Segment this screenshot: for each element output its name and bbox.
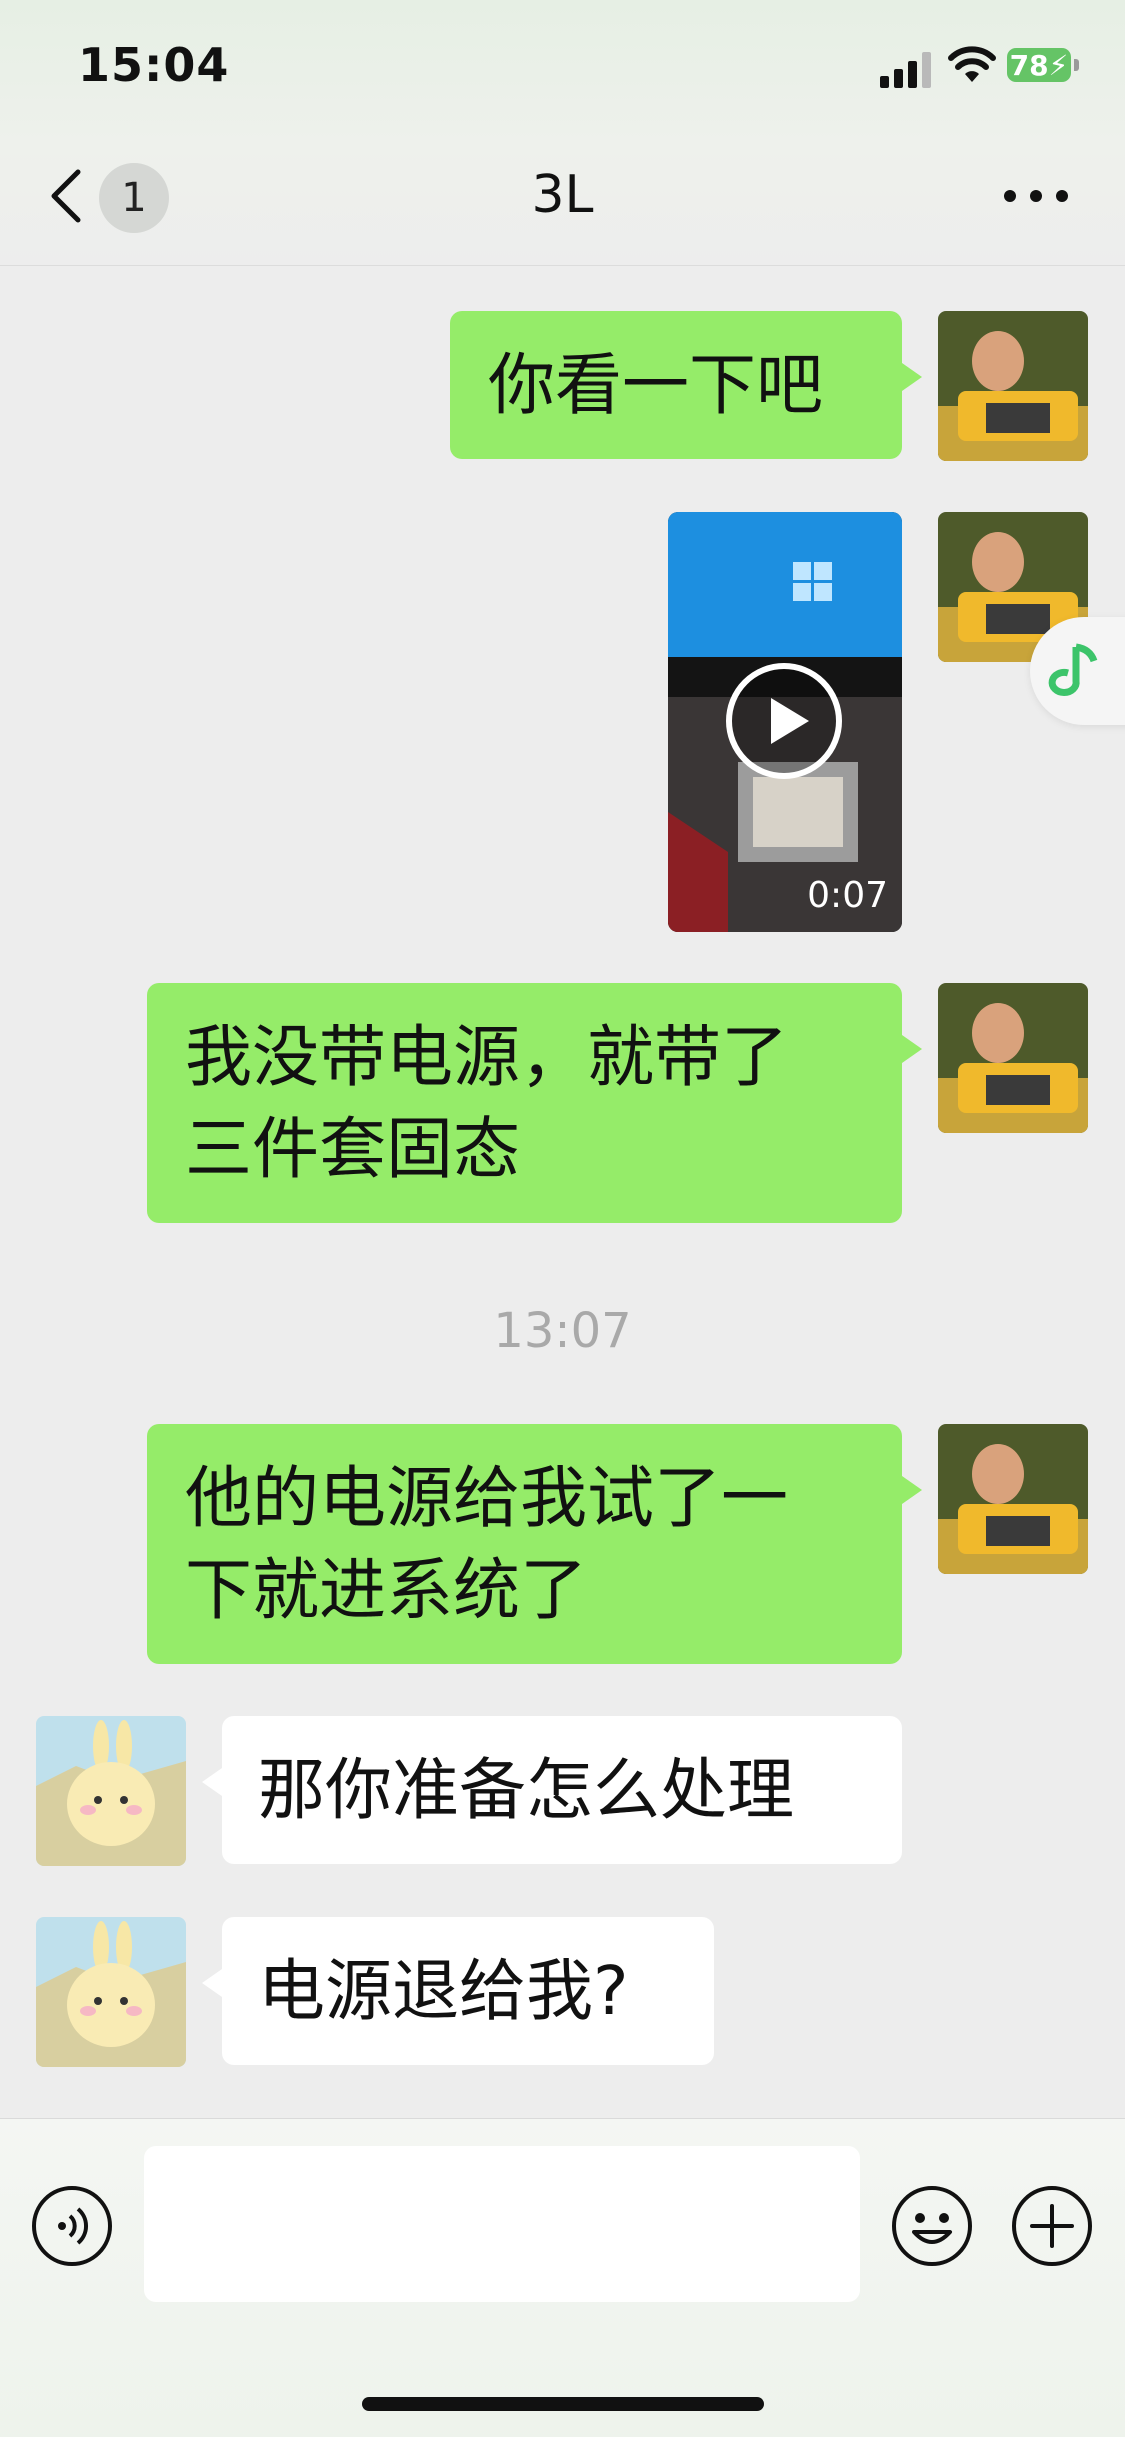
emoji-icon[interactable] [890, 2184, 974, 2268]
chat-title: 3L [531, 165, 594, 225]
incoming-message[interactable]: 那你准备怎么处理 [202, 1716, 902, 1864]
plus-icon[interactable] [1010, 2184, 1094, 2268]
video-message[interactable]: 0:07 [668, 512, 902, 932]
voice-icon[interactable] [30, 2184, 114, 2268]
contact-avatar[interactable] [36, 1917, 186, 2067]
my-avatar[interactable] [938, 311, 1088, 461]
my-avatar[interactable] [938, 983, 1088, 1133]
status-time: 15:04 [78, 38, 230, 92]
battery-level: 78 [1009, 48, 1049, 82]
outgoing-message[interactable]: 他的电源给我试了一 下就进系统了 [147, 1424, 922, 1664]
home-indicator [362, 2397, 764, 2411]
message-timestamp: 13:07 [493, 1303, 632, 1359]
contact-avatar[interactable] [36, 1716, 186, 1866]
message-text: 那你准备怎么处理 [258, 1751, 794, 1829]
video-duration: 0:07 [807, 875, 888, 916]
play-icon[interactable] [725, 662, 843, 780]
message-text-line: 他的电源给我试了一 [185, 1459, 788, 1537]
message-text-line: 下就进系统了 [185, 1551, 587, 1629]
wifi-icon [948, 46, 996, 82]
message-text-line: 我没带电源，就带了 [185, 1018, 788, 1096]
message-text: 电源退给我? [258, 1952, 629, 2030]
outgoing-message[interactable]: 我没带电源，就带了 三件套固态 [147, 983, 922, 1223]
cellular-signal-icon [880, 52, 932, 88]
incoming-message[interactable]: 电源退给我? [202, 1917, 714, 2065]
battery-icon: 78 ⚡ [1007, 48, 1079, 82]
message-text-line: 三件套固态 [185, 1110, 520, 1188]
my-avatar[interactable] [938, 1424, 1088, 1574]
message-input[interactable] [144, 2146, 860, 2302]
outgoing-message[interactable]: 你看一下吧 [450, 311, 922, 459]
floating-music-button[interactable] [1030, 617, 1125, 725]
more-options-icon[interactable] [1000, 184, 1072, 208]
music-note-icon [1048, 643, 1098, 696]
message-text: 你看一下吧 [488, 346, 823, 424]
